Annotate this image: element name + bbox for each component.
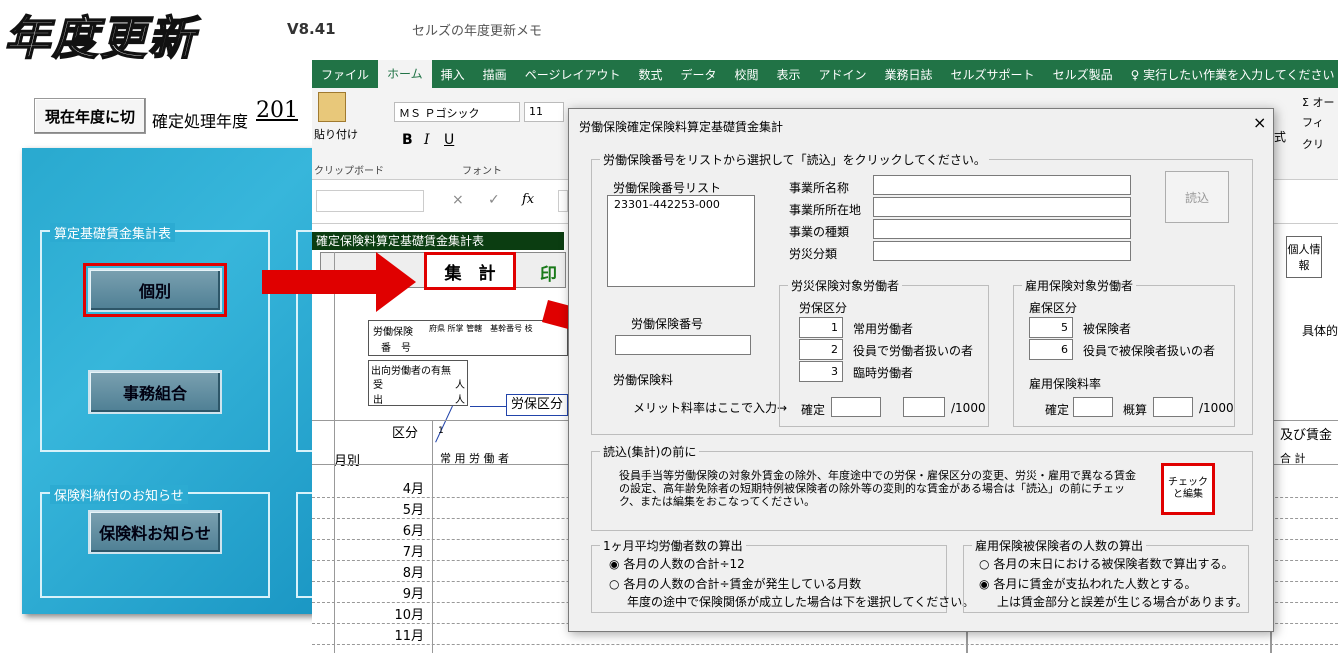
koyo-count-note: 上は賃金部分と誤差が生じる場合があります。 (997, 595, 1248, 609)
koyo-count-option-2[interactable]: ◉ 各月に賃金が支払われた人数とする。 (979, 575, 1197, 592)
koyo-rate-label: 雇用保険料率 (1029, 377, 1102, 391)
business-type-label: 事業の種類 (789, 225, 850, 239)
koyo-count-legend: 雇用保険被保険者の人数の算出 (975, 539, 1144, 553)
rousai-rate-field[interactable] (903, 397, 945, 417)
load-button[interactable]: 読込 (1165, 171, 1229, 223)
roho-kubun-label: 労保区分 (799, 301, 848, 315)
avg-note: 年度の途中で保険関係が成立した場合は下を選択してください。 (627, 595, 975, 609)
rousai-label-1: 常用労働者 (853, 322, 914, 336)
business-type-field[interactable] (873, 219, 1131, 239)
insurance-number-list[interactable]: 23301-442253-000 (607, 195, 755, 287)
koyo-count-option-1[interactable]: ○ 各月の末日における被保険者数で算出する。 (979, 555, 1234, 572)
merit-rate-text: メリット料率はここで入力→ (633, 401, 788, 415)
rousai-class-label: 労災分類 (789, 247, 838, 261)
koyo-num-6[interactable]: 6 (1029, 339, 1073, 360)
rousai-legend: 労災保険対象労働者 (791, 279, 900, 293)
radio-empty-icon: ○ (979, 557, 990, 571)
avg-option-2[interactable]: ○ 各月の人数の合計÷賃金が発生している月数 (609, 575, 861, 592)
koyo-per-1000: /1000 (1199, 401, 1234, 415)
dialog-title: 労働保険確定保険料算定基礎賃金集計 (579, 120, 784, 134)
rousai-kakutei-label: 確定 (801, 403, 826, 417)
radio-selected-icon: ◉ (609, 557, 620, 571)
close-icon[interactable]: × (1253, 113, 1266, 132)
list-label: 労働保険番号リスト (613, 181, 722, 195)
rousai-num-2[interactable]: 2 (799, 339, 843, 360)
koyo-count-option-2-label: 各月に賃金が支払われた人数とする。 (993, 577, 1197, 591)
rousai-kakutei-field[interactable] (831, 397, 881, 417)
koyo-gaisan-label: 概算 (1123, 403, 1148, 417)
insurance-number-field[interactable] (615, 335, 751, 355)
avg-legend: 1ヶ月平均労働者数の算出 (603, 539, 743, 553)
koyo-label-6: 役員で被保険者扱いの者 (1083, 344, 1216, 358)
rousai-num-1[interactable]: 1 (799, 317, 843, 338)
check-edit-button[interactable]: チェックと編集 (1161, 463, 1215, 515)
koyo-kakutei-field[interactable] (1073, 397, 1113, 417)
list-item[interactable]: 23301-442253-000 (614, 198, 748, 211)
office-address-label: 事業所所在地 (789, 203, 862, 217)
radio-empty-icon: ○ (609, 577, 620, 591)
koho-kubun-label: 雇保区分 (1029, 301, 1078, 315)
rousai-label-3: 臨時労働者 (853, 366, 914, 380)
rousai-num-3[interactable]: 3 (799, 361, 843, 382)
rousai-label-2: 役員で労働者扱いの者 (853, 344, 974, 358)
before-legend: 読込(集計)の前に (603, 445, 697, 459)
koyo-legend: 雇用保険対象労働者 (1025, 279, 1134, 293)
office-address-field[interactable] (873, 197, 1131, 217)
insurance-fee-label: 労働保険料 (613, 373, 674, 387)
office-name-label: 事業所名称 (789, 181, 850, 195)
rousai-per-1000: /1000 (951, 401, 986, 415)
before-text: 役員手当等労働保険の対象外賃金の除外、年度途中での労保・雇保区分の変更、労災・雇… (619, 469, 1136, 508)
koyo-count-option-1-label: 各月の末日における被保険者数で算出する。 (993, 557, 1234, 571)
office-name-field[interactable] (873, 175, 1131, 195)
wage-aggregate-dialog: 労働保険確定保険料算定基礎賃金集計 × 労働保険番号をリストから選択して「読込」… (568, 108, 1274, 632)
insurance-number-label: 労働保険番号 (631, 317, 704, 331)
rousai-class-field[interactable] (873, 241, 1131, 261)
koyo-num-5[interactable]: 5 (1029, 317, 1073, 338)
select-legend: 労働保険番号をリストから選択して「読込」をクリックしてください。 (603, 153, 986, 167)
koyo-gaisan-field[interactable] (1153, 397, 1193, 417)
avg-option-2-label: 各月の人数の合計÷賃金が発生している月数 (623, 577, 862, 591)
arrow-to-aggregate (262, 252, 416, 312)
koyo-kakutei-label: 確定 (1045, 403, 1070, 417)
avg-option-1-label: 各月の人数の合計÷12 (623, 557, 745, 571)
koyo-label-5: 被保険者 (1083, 322, 1132, 336)
avg-option-1[interactable]: ◉ 各月の人数の合計÷12 (609, 555, 745, 572)
radio-selected-icon: ◉ (979, 577, 990, 591)
